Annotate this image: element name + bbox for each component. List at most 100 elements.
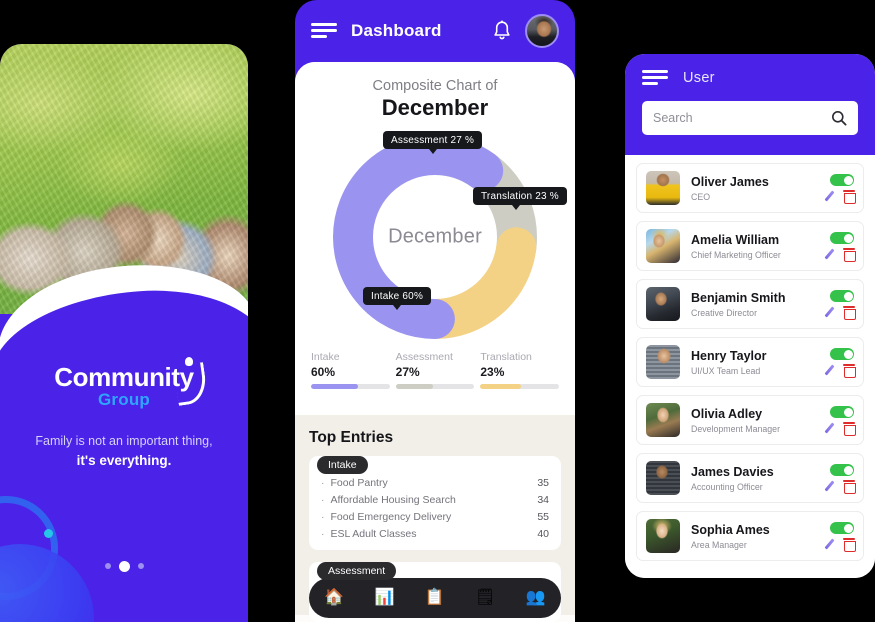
report-chart-icon[interactable]: 🗒 [475,590,495,606]
trash-icon[interactable] [843,190,856,204]
table-row[interactable]: Henry Taylor UI/UX Team Lead [636,337,864,387]
list-item[interactable]: · Food Emergency Delivery 55 [321,508,549,525]
legend-item-intake: Intake 60% [311,351,390,389]
status-toggle[interactable] [830,464,854,476]
trash-icon[interactable] [843,538,856,552]
list-item[interactable]: · Food Pantry 35 [321,474,549,491]
pagination-dot-1[interactable] [104,563,111,569]
row-controls [824,174,856,204]
entry-name: ESL Adult Classes [330,527,417,540]
user-info: Amelia William Chief Marketing Officer [691,233,781,260]
decorative-cyan-dot [44,529,53,538]
legend-progress-fill [480,384,522,389]
avatar [646,287,680,321]
pencil-icon[interactable] [824,249,835,260]
bullet-icon: · [321,493,325,506]
list-item[interactable]: · ESL Adult Classes 40 [321,525,549,542]
people-icon[interactable]: 👥 [526,590,546,606]
analytics-icon[interactable]: 📊 [375,590,395,606]
row-controls [824,522,856,552]
tooltip-translation: Translation 23 % [473,187,567,210]
legend-label: Intake [311,351,340,363]
trash-icon[interactable] [843,422,856,436]
dashboard-header: Dashboard [295,0,575,62]
avatar [646,345,680,379]
home-icon[interactable]: 🏠 [324,590,344,606]
table-row[interactable]: Amelia William Chief Marketing Officer [636,221,864,271]
row-actions [824,422,856,436]
status-toggle[interactable] [830,290,854,302]
table-row[interactable]: Benjamin Smith Creative Director [636,279,864,329]
pencil-icon[interactable] [824,365,835,376]
entry-count: 34 [537,493,549,506]
status-toggle[interactable] [830,406,854,418]
user-info: Henry Taylor UI/UX Team Lead [691,349,767,376]
user-name: Henry Taylor [691,348,767,363]
pagination-dot-2-active[interactable] [118,560,130,572]
legend-item-translation: Translation 23% [480,351,560,389]
entry-group-intake: Intake · Food Pantry 35 · Affordable Hou… [309,456,561,550]
avatar [646,461,680,495]
trash-icon[interactable] [843,248,856,262]
status-toggle[interactable] [830,174,854,186]
tagline-line-2: it's everything. [76,453,172,469]
search-bar[interactable] [642,101,858,135]
carousel-pagination[interactable] [0,560,248,572]
tooltip-assessment: Assessment 27 % [383,131,483,154]
legend-progress-track [480,384,560,389]
header-actions [491,14,559,48]
user-role: CEO [691,191,711,202]
trash-icon[interactable] [843,480,856,494]
user-name: Sophia Ames [691,522,770,537]
row-actions [824,364,856,378]
entry-name: Food Pantry [330,476,388,489]
bullet-icon: · [321,510,325,523]
legend-progress-fill [311,384,359,389]
bullet-icon: · [321,476,325,489]
entry-count: 55 [537,510,549,523]
hamburger-icon[interactable] [311,23,337,39]
top-entries-heading: Top Entries [309,429,394,446]
group-chip: Assessment [317,562,397,580]
table-row[interactable]: Sophia Ames Area Manager [636,511,864,561]
table-row[interactable]: James Davies Accounting Officer [636,453,864,503]
legend-value: 23% [480,365,505,379]
user-info: James Davies Accounting Officer [691,465,774,492]
legend-progress-track [395,384,475,389]
trash-icon[interactable] [843,364,856,378]
pencil-icon[interactable] [824,481,835,492]
user-info: Oliver James CEO [691,175,769,202]
pagination-dot-3[interactable] [137,563,144,569]
bullet-icon: · [321,527,325,540]
community-group-panel: Community Group Family is not an importa… [0,44,248,622]
bell-icon[interactable] [491,19,513,43]
clipboard-list-icon[interactable]: 📋 [425,590,445,606]
pencil-icon[interactable] [824,423,835,434]
trash-icon[interactable] [843,306,856,320]
table-row[interactable]: Olivia Adley Development Manager [636,395,864,445]
user-role: Chief Marketing Officer [691,249,781,260]
user-avatar[interactable] [525,14,559,48]
pencil-icon[interactable] [824,307,835,318]
search-input[interactable] [653,111,831,125]
row-actions [824,538,856,552]
status-toggle[interactable] [830,522,854,534]
table-row[interactable]: Oliver James CEO [636,163,864,213]
hamburger-icon[interactable] [642,70,668,86]
user-role: Area Manager [691,539,747,550]
pencil-icon[interactable] [824,191,835,202]
legend-item-assessment: Assessment 27% [395,351,475,389]
composite-chart-card: Composite Chart of December December Ass… [295,62,575,415]
pencil-icon[interactable] [824,539,835,550]
row-actions [824,306,856,320]
status-toggle[interactable] [830,232,854,244]
list-item[interactable]: · Affordable Housing Search 34 [321,491,549,508]
user-list: Oliver James CEO Amelia William Chief Ma… [625,155,875,578]
user-name: Benjamin Smith [691,290,786,305]
status-toggle[interactable] [830,348,854,360]
search-icon[interactable] [831,110,847,126]
tooltip-intake: Intake 60% [363,287,432,310]
dashboard-panel: Dashboard Composite Chart of December De… [295,0,575,622]
brand-subname: Group [98,390,150,409]
row-controls [824,232,856,262]
